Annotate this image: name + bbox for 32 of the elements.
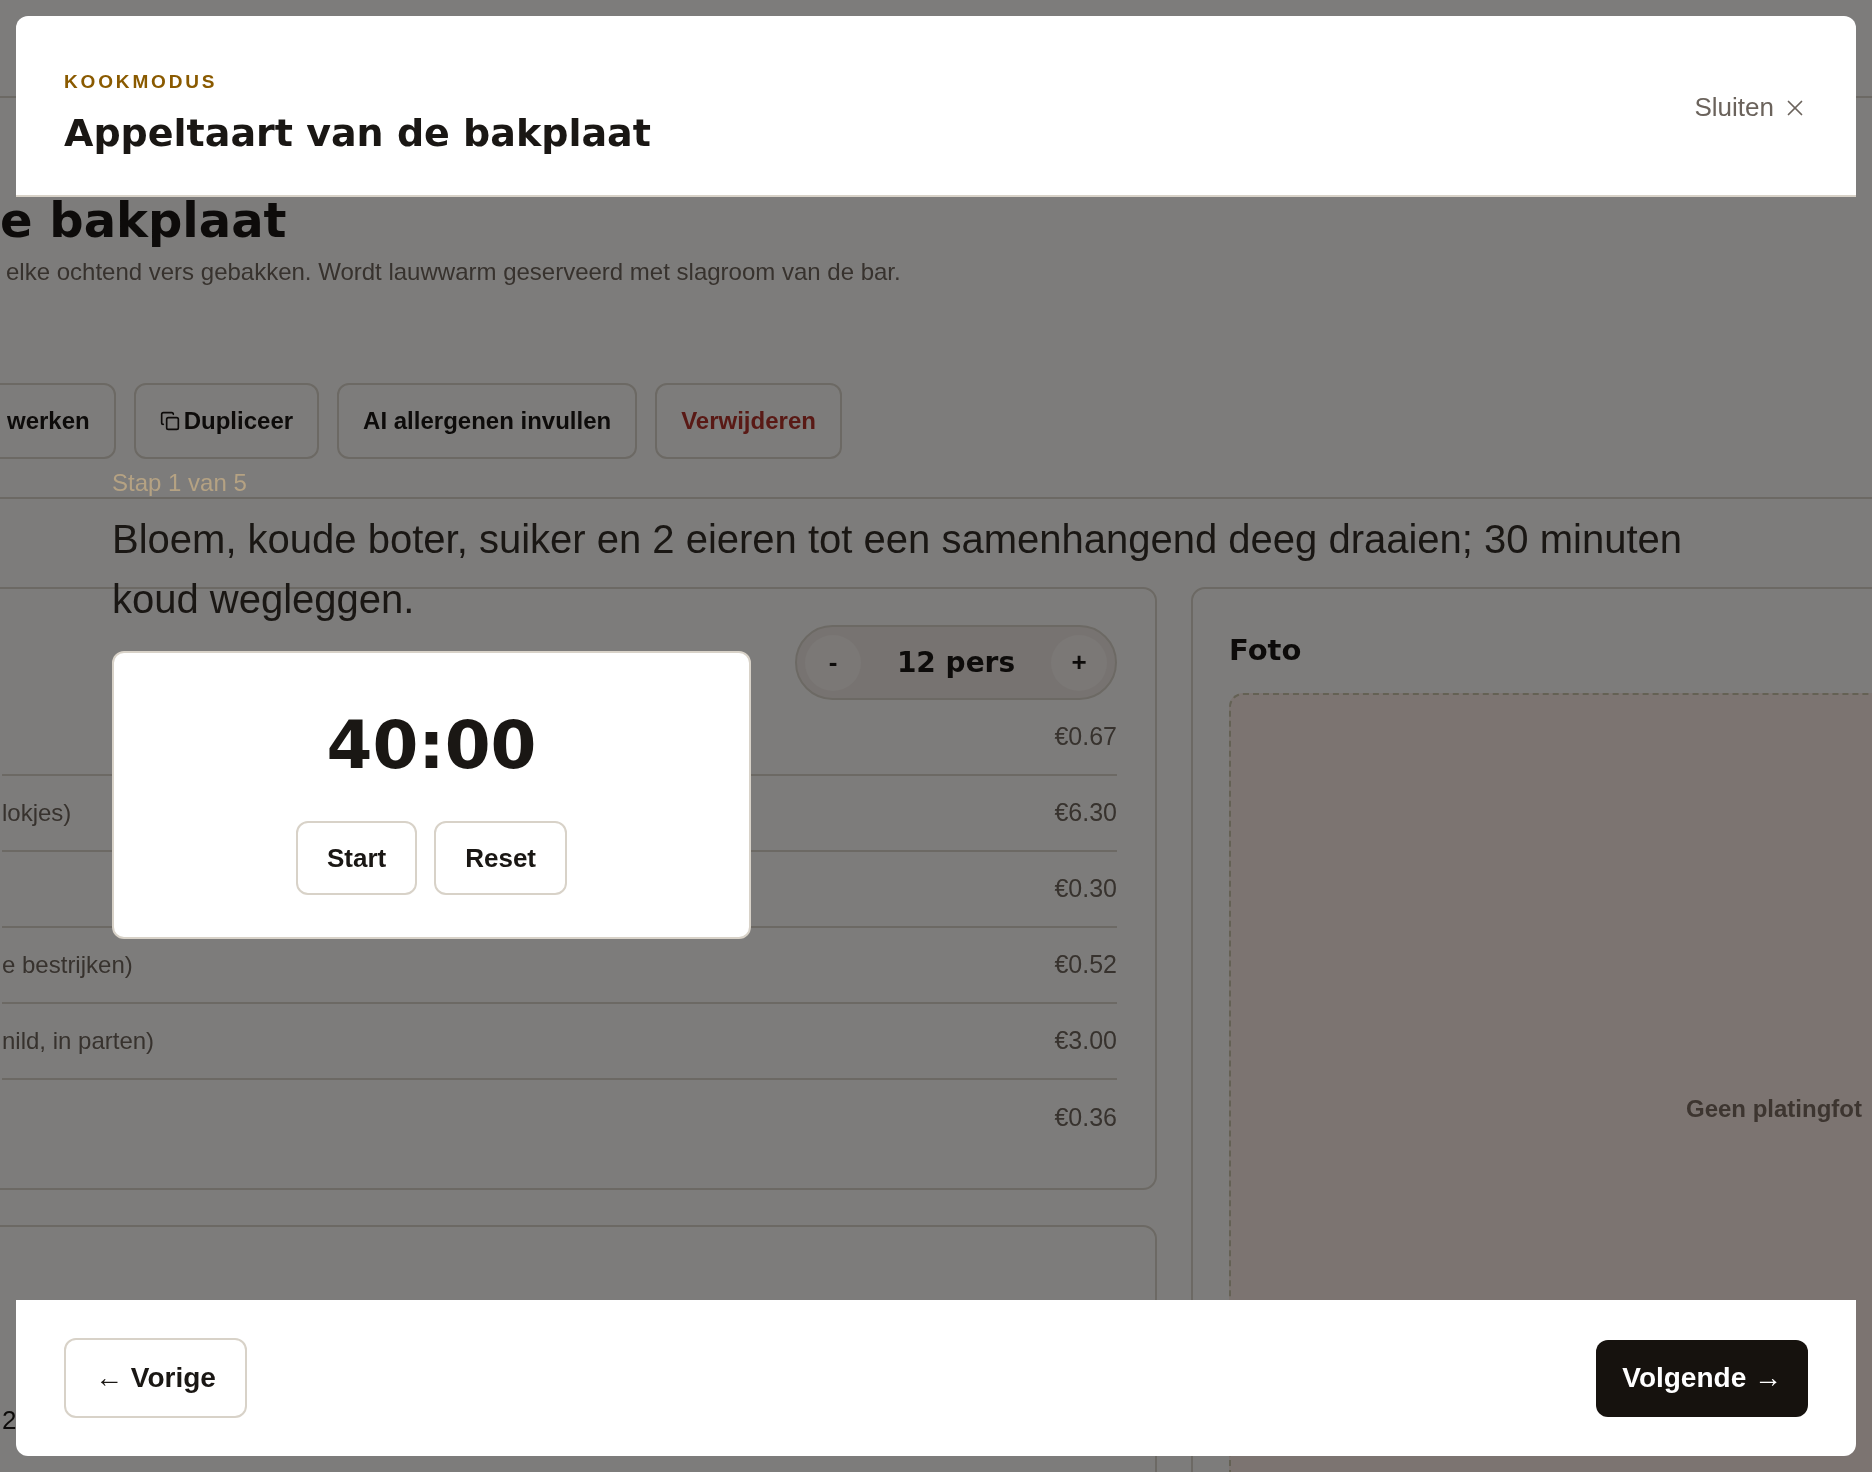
timer-display: 40:00 [326,711,537,781]
ingredient-cost: €0.52 [1054,949,1117,981]
step-text: Bloem, koude boter, suiker en 2 eieren tot een samenhangend deeg draaien; 30 minuten koud wegleggen. [112,516,1683,623]
ingredient-cost: €0.30 [1054,873,1117,905]
delete-button[interactable]: Verwijderen [655,383,842,459]
ingredient-name: lokjes) [2,798,72,828]
ingredient-name: e bestrijken) [2,950,133,980]
step-counter: Stap 1 van 5 [112,468,247,498]
increment-button[interactable]: + [1051,634,1107,691]
ingredient-cost: €6.30 [1054,797,1117,829]
mode-eyebrow: KOOKMODUS [64,70,219,94]
ingredient-cost: €0.36 [1054,1102,1117,1134]
next-button[interactable]: Volgende → [1596,1339,1808,1417]
previous-button[interactable]: ← Vorige [64,1338,247,1418]
action-button[interactable]: AI allergenen invullen [337,383,638,459]
empty-photo-text: Geen platingfot [1686,1093,1862,1124]
modal-title: Appeltaart van de bakplaat [64,109,651,157]
servings-value: 12 pers [896,644,1016,681]
copy-icon [159,411,180,431]
close-button[interactable]: Sluiten [1694,88,1808,127]
recipe-description: elke ochtend vers gebakken. Wordt lauwwarm geserveerd met slagroom van de bar. [6,257,902,287]
ingredient-cost: €0.67 [1054,721,1117,753]
recipe-heading: e bakplaat [0,192,288,248]
ingredient-cost: €3.00 [1054,1025,1117,1057]
timer-button[interactable]: Start [295,821,418,895]
photo-card-title: Foto [1229,632,1303,669]
action-button[interactable]: werken [0,383,116,459]
decrement-button[interactable]: - [805,634,861,691]
timer-button[interactable]: Reset [434,821,568,895]
card-text: 2 [2,1405,17,1435]
ingredient-name: nild, in parten) [2,1026,155,1056]
action-button[interactable]: Dupliceer [133,383,320,459]
